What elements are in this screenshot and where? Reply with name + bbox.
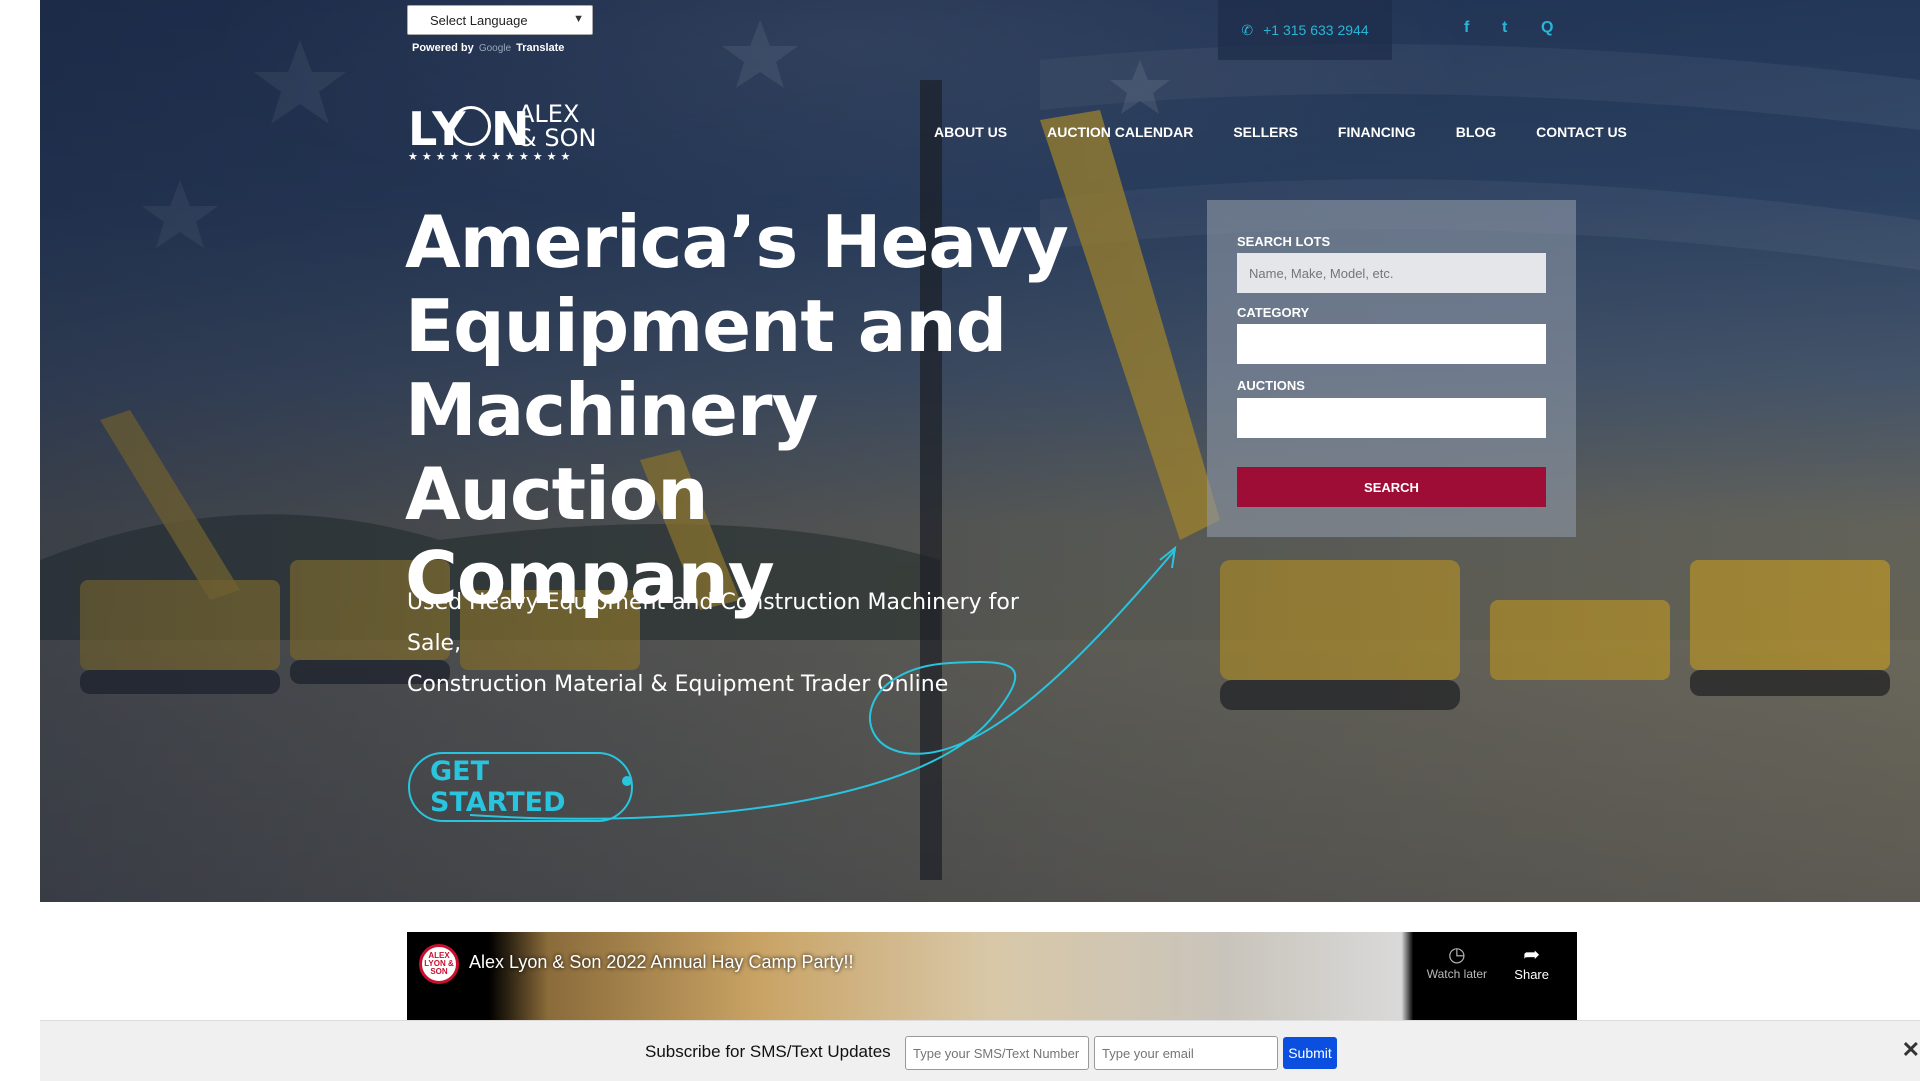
phone-contact[interactable]: ✆ +1 315 633 2944	[1218, 0, 1392, 60]
clock-icon: ◷	[1448, 944, 1466, 966]
search-icon[interactable]: Q	[1541, 19, 1553, 37]
logo-alex: ALEX & SON	[518, 102, 596, 150]
search-panel: SEARCH LOTS CATEGORY AUCTIONS SEARCH	[1207, 200, 1576, 537]
watch-later-button[interactable]: ◷ Watch later	[1427, 942, 1487, 981]
auctions-label: AUCTIONS	[1237, 378, 1305, 393]
nav-financing[interactable]: FINANCING	[1338, 124, 1416, 140]
main-nav: ABOUT US AUCTION CALENDAR SELLERS FINANC…	[934, 124, 1627, 140]
get-started-button[interactable]: GET STARTED	[408, 752, 633, 822]
search-lots-label: SEARCH LOTS	[1237, 234, 1331, 249]
twitter-icon[interactable]: t	[1502, 19, 1507, 37]
phone-icon: ✆	[1241, 21, 1254, 38]
close-icon[interactable]: ✕	[1902, 1037, 1920, 1063]
video-title[interactable]: Alex Lyon & Son 2022 Annual Hay Camp Par…	[469, 952, 854, 973]
hero-headline: America’s Heavy Equipment and Machinery …	[405, 200, 1125, 620]
category-input[interactable]	[1237, 324, 1546, 364]
auctions-input[interactable]	[1237, 398, 1546, 438]
headline-line: Machinery Auction	[405, 368, 818, 536]
logo-son-text: & SON	[518, 124, 597, 152]
share-arrow-icon: ➦	[1523, 944, 1541, 966]
sms-subscribe-label: Subscribe for SMS/Text Updates	[645, 1042, 891, 1061]
powered-by-text: Powered by	[412, 42, 474, 54]
google-translate-credit: Powered by Google Translate	[412, 42, 564, 54]
site-logo[interactable]: LY N ALEX & SON ★★★★★★★★★★★★	[408, 100, 598, 166]
watch-later-label: Watch later	[1426, 967, 1487, 981]
channel-logo[interactable]: ALEX LYON & SON	[419, 944, 459, 984]
sms-number-input[interactable]	[905, 1036, 1089, 1070]
nav-sellers[interactable]: SELLERS	[1233, 124, 1298, 140]
lion-emblem-icon	[451, 106, 491, 146]
share-label: Share	[1514, 967, 1549, 982]
phone-number[interactable]: +1 315 633 2944	[1263, 22, 1369, 38]
nav-auction-calendar[interactable]: AUCTION CALENDAR	[1047, 124, 1193, 140]
nav-blog[interactable]: BLOG	[1456, 124, 1496, 140]
logo-stars: ★★★★★★★★★★★★	[408, 151, 575, 163]
video-embed[interactable]: ALEX LYON & SON Alex Lyon & Son 2022 Ann…	[407, 932, 1577, 1020]
search-button[interactable]: SEARCH	[1237, 467, 1546, 507]
subtitle-line: Construction Material & Equipment Trader…	[407, 672, 949, 697]
translate-link[interactable]: Translate	[516, 42, 564, 54]
search-lots-input[interactable]	[1237, 253, 1546, 293]
nav-about-us[interactable]: ABOUT US	[934, 124, 1007, 140]
sms-subscribe-bar: Subscribe for SMS/Text Updates Submit ✕	[40, 1020, 1920, 1081]
submit-button[interactable]: Submit	[1283, 1037, 1337, 1069]
headline-line: America’s Heavy	[405, 200, 1069, 284]
facebook-icon[interactable]: f	[1464, 19, 1469, 37]
category-label: CATEGORY	[1237, 305, 1310, 320]
language-select[interactable]: Select Language ▼	[407, 5, 593, 35]
subtitle-line: Used Heavy Equipment and Construction Ma…	[407, 590, 1019, 656]
nav-contact-us[interactable]: CONTACT US	[1536, 124, 1627, 140]
email-input[interactable]	[1094, 1036, 1278, 1070]
google-logo: Google	[478, 43, 512, 54]
share-button[interactable]: ➦ Share	[1514, 942, 1549, 982]
language-select-value: Select Language	[430, 12, 528, 28]
headline-line: Equipment and	[405, 284, 1007, 368]
hero-subtitle: Used Heavy Equipment and Construction Ma…	[407, 582, 1047, 705]
chevron-down-icon: ▼	[573, 13, 584, 25]
